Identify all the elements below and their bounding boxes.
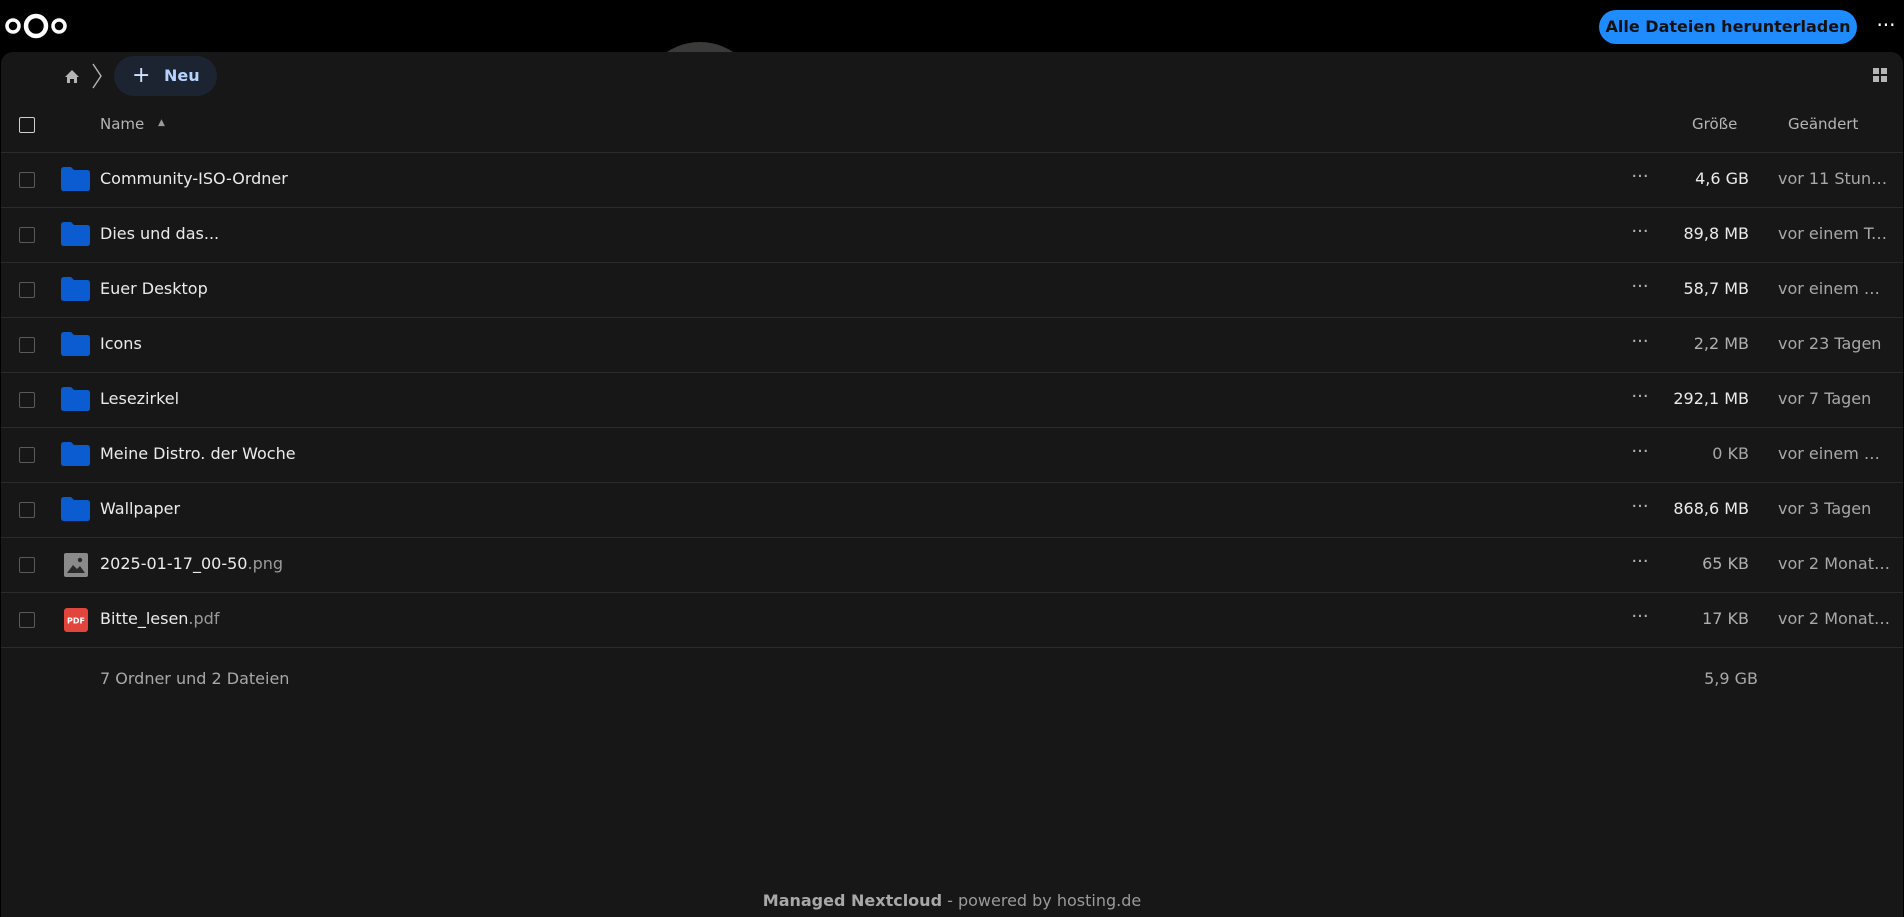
file-modified: vor 23 Tagen (1778, 334, 1882, 353)
file-name[interactable]: Icons (100, 334, 142, 353)
file-size: 89,8 MB (1683, 224, 1750, 243)
summary-total-size: 5,9 GB (1704, 669, 1758, 688)
row-checkbox[interactable] (19, 557, 35, 573)
file-modified: vor 2 Monaten (1778, 609, 1890, 628)
new-button[interactable]: + Neu (114, 56, 217, 96)
home-icon[interactable] (64, 69, 80, 88)
file-name[interactable]: Lesezirkel (100, 389, 179, 408)
file-name[interactable]: Community-ISO-Ordner (100, 169, 288, 188)
file-size: 0 KB (1712, 444, 1749, 463)
more-menu-icon[interactable]: ··· (1871, 10, 1901, 44)
file-modified: vor 7 Tagen (1778, 389, 1872, 408)
row-checkbox[interactable] (19, 502, 35, 518)
breadcrumb-separator-icon (91, 62, 103, 94)
new-button-label: Neu (164, 66, 200, 85)
folder-icon (61, 387, 90, 415)
image-file-icon (64, 553, 88, 581)
nextcloud-logo-icon[interactable] (5, 12, 67, 44)
grid-view-icon[interactable] (1873, 67, 1887, 86)
file-name[interactable]: Bitte_lesen.pdf (100, 609, 219, 628)
summary-count: 7 Ordner und 2 Dateien (100, 669, 290, 688)
table-row[interactable]: Lesezirkel ··· 292,1 MB vor 7 Tagen (1, 372, 1903, 428)
column-name-header[interactable]: Name (100, 115, 144, 133)
folder-icon (61, 332, 90, 360)
file-size: 2,2 MB (1693, 334, 1749, 353)
download-all-button[interactable]: Alle Dateien herunterladen (1599, 10, 1857, 44)
folder-icon (61, 222, 90, 250)
table-header: Name ▲ Größe Geändert (1, 98, 1903, 153)
row-checkbox[interactable] (19, 282, 35, 298)
file-size: 58,7 MB (1683, 279, 1750, 298)
table-row[interactable]: Meine Distro. der Woche ··· 0 KB vor ein… (1, 427, 1903, 483)
files-toolbar: + Neu (1, 52, 1903, 98)
file-modified: vor einem Tag (1778, 224, 1890, 243)
file-size: 868,6 MB (1673, 499, 1749, 518)
pdf-file-icon: PDF (64, 608, 88, 636)
folder-icon (61, 497, 90, 525)
file-name[interactable]: Meine Distro. der Woche (100, 444, 296, 463)
table-row[interactable]: PDF Bitte_lesen.pdf ··· 17 KB vor 2 Mona… (1, 592, 1903, 648)
row-checkbox[interactable] (19, 172, 35, 188)
select-all-checkbox[interactable] (19, 117, 35, 133)
file-size: 17 KB (1702, 609, 1749, 628)
file-name[interactable]: Euer Desktop (100, 279, 208, 298)
footer: Managed Nextcloud - powered by hosting.d… (1, 891, 1903, 910)
folder-icon (61, 277, 90, 305)
table-row[interactable]: Euer Desktop ··· 58,7 MB vor einem M… (1, 262, 1903, 318)
file-name[interactable]: Dies und das... (100, 224, 219, 243)
file-modified: vor 11 Stun… (1778, 169, 1888, 188)
row-checkbox[interactable] (19, 227, 35, 243)
file-name[interactable]: 2025-01-17_00-50.png (100, 554, 283, 573)
column-size-header[interactable]: Größe (1692, 115, 1737, 133)
file-modified: vor 3 Tagen (1778, 499, 1872, 518)
row-checkbox[interactable] (19, 337, 35, 353)
file-size: 292,1 MB (1673, 389, 1749, 408)
table-row[interactable]: Dies und das... ··· 89,8 MB vor einem Ta… (1, 207, 1903, 263)
row-checkbox[interactable] (19, 392, 35, 408)
svg-text:PDF: PDF (67, 617, 85, 626)
files-panel: + Neu Name ▲ Größe Geändert Community-IS… (1, 52, 1903, 917)
table-row[interactable]: Icons ··· 2,2 MB vor 23 Tagen (1, 317, 1903, 373)
folder-icon (61, 167, 90, 195)
row-checkbox[interactable] (19, 612, 35, 628)
file-size: 65 KB (1702, 554, 1749, 573)
table-row[interactable]: 2025-01-17_00-50.png ··· 65 KB vor 2 Mon… (1, 537, 1903, 593)
top-bar: Alle Dateien herunterladen ··· (0, 0, 1904, 52)
sort-ascending-icon: ▲ (158, 118, 165, 128)
plus-icon: + (132, 63, 151, 88)
file-modified: vor 2 Monaten (1778, 554, 1890, 573)
column-modified-header[interactable]: Geändert (1788, 115, 1858, 133)
file-name[interactable]: Wallpaper (100, 499, 180, 518)
file-modified: vor einem M… (1778, 444, 1890, 463)
file-modified: vor einem M… (1778, 279, 1890, 298)
footer-suffix: - powered by hosting.de (942, 891, 1142, 910)
folder-icon (61, 442, 90, 470)
table-row[interactable]: Wallpaper ··· 868,6 MB vor 3 Tagen (1, 482, 1903, 538)
footer-brand[interactable]: Managed Nextcloud (763, 891, 942, 910)
table-row[interactable]: Community-ISO-Ordner ··· 4,6 GB vor 11 S… (1, 152, 1903, 208)
row-checkbox[interactable] (19, 447, 35, 463)
file-size: 4,6 GB (1695, 169, 1749, 188)
